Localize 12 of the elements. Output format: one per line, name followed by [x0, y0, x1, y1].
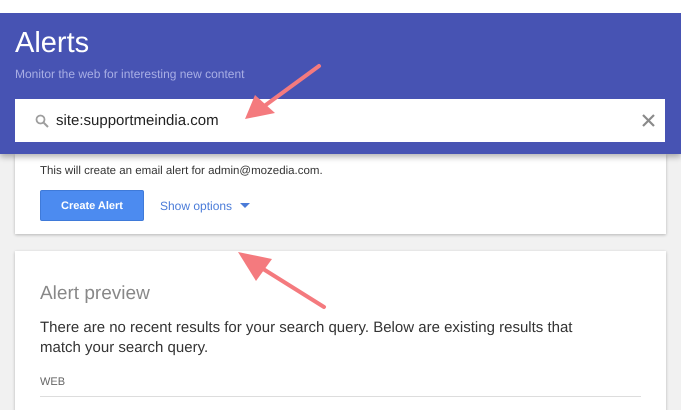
close-icon[interactable] — [642, 114, 655, 127]
section-label: WEB — [40, 376, 641, 397]
info-text: This will create an email alert for admin@mozedia.com. — [40, 165, 324, 177]
search-input[interactable]: site:supportmeindia.com — [56, 112, 635, 129]
search-icon — [35, 114, 49, 128]
show-options-link[interactable]: Show options — [160, 198, 250, 212]
preview-title: Alert preview — [40, 283, 151, 305]
caret-icon — [240, 202, 250, 208]
page-subtitle: Monitor the web for interesting new content — [15, 67, 246, 81]
page-title: Alerts — [15, 27, 90, 59]
search-field[interactable]: site:supportmeindia.com — [15, 99, 665, 142]
preview-message: There are no recent results for your search query. Below are existing results that match your search query. — [40, 318, 574, 358]
